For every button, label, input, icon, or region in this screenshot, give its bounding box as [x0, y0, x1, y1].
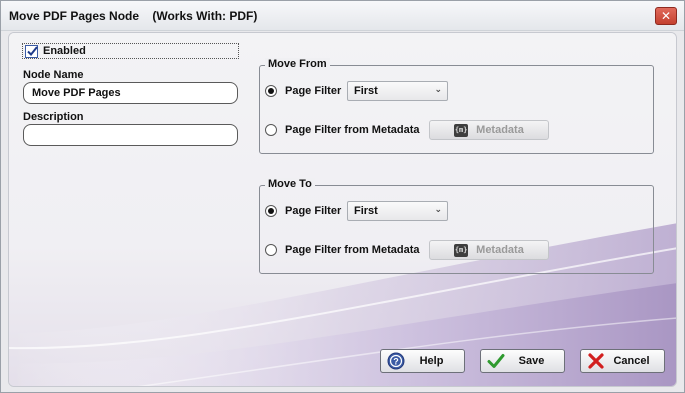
description-input[interactable] [23, 124, 238, 146]
move-from-metadata-button[interactable]: {m} Metadata [429, 120, 549, 140]
move-to-page-filter-radio[interactable] [265, 205, 277, 217]
move-to-metadata-label: Page Filter from Metadata [285, 244, 420, 256]
metadata-icon: {m} [454, 123, 469, 137]
enabled-checkbox[interactable] [25, 44, 38, 58]
move-to-metadata-button-label: Metadata [476, 244, 524, 256]
move-from-metadata-label: Page Filter from Metadata [285, 124, 420, 136]
move-from-page-filter-radio[interactable] [265, 85, 277, 97]
move-to-title: Move To [265, 178, 315, 190]
checkmark-icon [27, 45, 38, 56]
save-button[interactable]: Save [480, 349, 565, 373]
move-from-metadata-radio[interactable] [265, 124, 277, 136]
move-to-group: Move To Page Filter First ⌄ Page Filter … [259, 178, 654, 274]
close-icon: ✕ [660, 9, 672, 23]
move-from-group: Move From Page Filter First ⌄ Page Filte… [259, 58, 654, 154]
node-name-input[interactable]: Move PDF Pages [23, 82, 238, 104]
cancel-button[interactable]: Cancel [580, 349, 665, 373]
dialog-window: Move PDF Pages Node (Works With: PDF) ✕ [0, 0, 685, 393]
cancel-button-label: Cancel [613, 355, 650, 367]
svg-text:?: ? [393, 357, 399, 367]
move-to-page-filter-label: Page Filter [285, 205, 342, 217]
move-from-page-filter-select[interactable]: First ⌄ [347, 81, 448, 101]
move-from-page-filter-label: Page Filter [285, 85, 342, 97]
description-label: Description [23, 111, 84, 123]
move-from-title: Move From [265, 58, 330, 70]
node-name-label: Node Name [23, 69, 84, 81]
move-to-metadata-button[interactable]: {m} Metadata [429, 240, 549, 260]
move-from-metadata-button-label: Metadata [476, 124, 524, 136]
enabled-checkbox-row[interactable]: Enabled [22, 43, 239, 59]
help-button-label: Help [419, 355, 444, 367]
enabled-label: Enabled [43, 45, 86, 57]
help-button[interactable]: ? Help [380, 349, 465, 373]
help-icon: ? [387, 352, 405, 370]
move-to-page-filter-select[interactable]: First ⌄ [347, 201, 448, 221]
x-icon [587, 352, 605, 370]
chevron-down-icon: ⌄ [434, 84, 442, 94]
move-to-page-filter-option[interactable]: Page Filter [265, 205, 341, 217]
dialog-body: Enabled Node Name Move PDF Pages Descrip… [8, 32, 677, 387]
move-from-page-filter-value: First [354, 85, 378, 97]
checkmark-icon [487, 352, 505, 370]
move-from-page-filter-option[interactable]: Page Filter [265, 85, 341, 97]
title-bar: Move PDF Pages Node (Works With: PDF) ✕ [1, 1, 684, 31]
chevron-down-icon: ⌄ [434, 204, 442, 214]
move-from-metadata-option[interactable]: Page Filter from Metadata [265, 124, 419, 136]
move-to-metadata-radio[interactable] [265, 244, 277, 256]
move-to-metadata-option[interactable]: Page Filter from Metadata [265, 244, 419, 256]
save-button-label: Save [518, 355, 545, 367]
close-button[interactable]: ✕ [655, 7, 677, 25]
window-title: Move PDF Pages Node (Works With: PDF) [9, 9, 258, 23]
metadata-icon: {m} [454, 243, 469, 257]
move-to-page-filter-value: First [354, 205, 378, 217]
